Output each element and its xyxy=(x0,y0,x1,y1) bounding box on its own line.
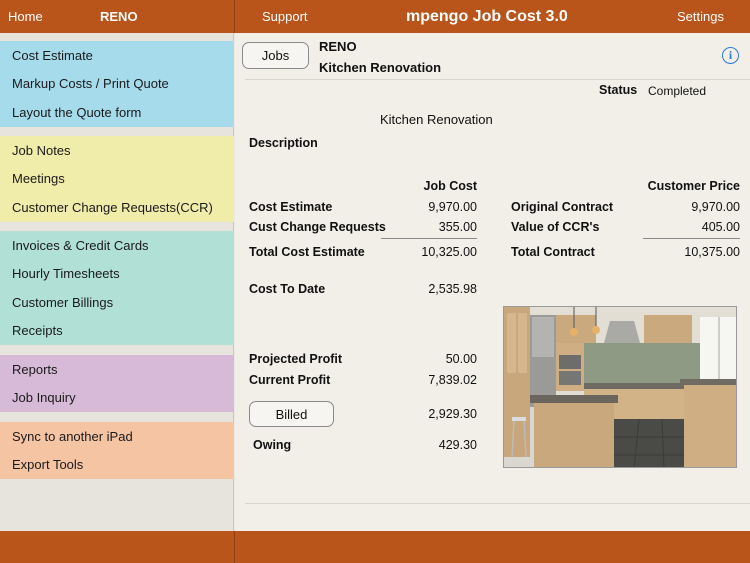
sidebar-item-reports[interactable]: Reports xyxy=(0,355,234,384)
owing-label: Owing xyxy=(253,438,292,452)
sidebar-item-meetings[interactable]: Meetings xyxy=(0,165,234,194)
value-ccr-label: Value of CCR's xyxy=(511,220,600,234)
job-name-center: Kitchen Renovation xyxy=(380,112,493,127)
cost-estimate-value: 9,970.00 xyxy=(428,200,477,214)
job-cost-panel: Jobs RENO Kitchen Renovation i Status Co… xyxy=(235,33,750,531)
job-cost-sum-line xyxy=(381,238,477,239)
footer-divider xyxy=(245,503,750,504)
sidebar-item-receipts[interactable]: Receipts xyxy=(0,317,234,346)
bottom-bar-divider xyxy=(234,531,235,563)
billed-button[interactable]: Billed xyxy=(249,401,334,427)
projected-profit-label: Projected Profit xyxy=(249,352,343,366)
settings-button[interactable]: Settings xyxy=(677,9,724,24)
sidebar-item-layout-quote[interactable]: Layout the Quote form xyxy=(0,98,234,127)
header-divider xyxy=(245,79,750,80)
home-button[interactable]: Home xyxy=(8,9,43,24)
customer-price-header: Customer Price xyxy=(647,179,740,193)
current-profit-value: 7,839.02 xyxy=(428,373,477,387)
billed-value: 2,929.30 xyxy=(428,407,477,421)
sidebar-item-markup-costs[interactable]: Markup Costs / Print Quote xyxy=(0,70,234,99)
job-cost-header: Job Cost xyxy=(423,179,477,193)
cost-estimate-label: Cost Estimate xyxy=(249,200,333,214)
sidebar-group-estimate: Cost Estimate Markup Costs / Print Quote… xyxy=(0,41,234,127)
current-profit-label: Current Profit xyxy=(249,373,331,387)
sidebar-item-invoices[interactable]: Invoices & Credit Cards xyxy=(0,231,234,260)
owing-value: 429.30 xyxy=(438,438,477,452)
sidebar-item-job-notes[interactable]: Job Notes xyxy=(0,136,234,165)
top-bar-divider xyxy=(234,0,235,33)
value-ccr-value: 405.00 xyxy=(701,220,740,234)
top-bar: Home RENO Support mpengo Job Cost 3.0 Se… xyxy=(0,0,750,33)
kitchen-photo xyxy=(503,306,737,468)
sidebar-item-ccr[interactable]: Customer Change Requests(CCR) xyxy=(0,193,234,222)
job-name: Kitchen Renovation xyxy=(319,60,442,75)
original-contract-label: Original Contract xyxy=(511,200,614,214)
sidebar-item-export[interactable]: Export Tools xyxy=(0,451,234,480)
sidebar: Cost Estimate Markup Costs / Print Quote… xyxy=(0,33,234,531)
contract-sum-line xyxy=(643,238,740,239)
sidebar-group-billing: Invoices & Credit Cards Hourly Timesheet… xyxy=(0,231,234,345)
sidebar-group-tools: Sync to another iPad Export Tools xyxy=(0,422,234,479)
cost-to-date-label: Cost To Date xyxy=(249,282,326,296)
info-icon[interactable]: i xyxy=(722,47,739,64)
support-button[interactable]: Support xyxy=(262,9,308,24)
original-contract-value: 9,970.00 xyxy=(691,200,740,214)
kitchen-photo-image xyxy=(504,307,736,467)
projected-profit-value: 50.00 xyxy=(445,352,477,366)
total-cost-value: 10,325.00 xyxy=(421,245,477,259)
bottom-bar xyxy=(0,531,750,563)
app-title: mpengo Job Cost 3.0 xyxy=(406,8,568,25)
description-label: Description xyxy=(249,136,318,150)
cost-to-date-value: 2,535.98 xyxy=(428,282,477,296)
status-value: Completed xyxy=(648,84,707,98)
sidebar-item-timesheets[interactable]: Hourly Timesheets xyxy=(0,260,234,289)
sidebar-item-customer-billings[interactable]: Customer Billings xyxy=(0,288,234,317)
sidebar-group-reports: Reports Job Inquiry xyxy=(0,355,234,412)
jobs-button[interactable]: Jobs xyxy=(242,42,309,69)
total-contract-label: Total Contract xyxy=(511,245,595,259)
total-contract-value: 10,375.00 xyxy=(684,245,740,259)
sidebar-item-cost-estimate[interactable]: Cost Estimate xyxy=(0,41,234,70)
job-code: RENO xyxy=(319,39,357,54)
ccr-value: 355.00 xyxy=(438,220,477,234)
ccr-label: Cust Change Requests xyxy=(249,220,386,234)
total-cost-label: Total Cost Estimate xyxy=(249,245,365,259)
status-label: Status xyxy=(599,83,638,97)
sidebar-item-job-inquiry[interactable]: Job Inquiry xyxy=(0,384,234,413)
job-code-title: RENO xyxy=(100,9,138,24)
sidebar-item-sync[interactable]: Sync to another iPad xyxy=(0,422,234,451)
sidebar-group-notes: Job Notes Meetings Customer Change Reque… xyxy=(0,136,234,222)
